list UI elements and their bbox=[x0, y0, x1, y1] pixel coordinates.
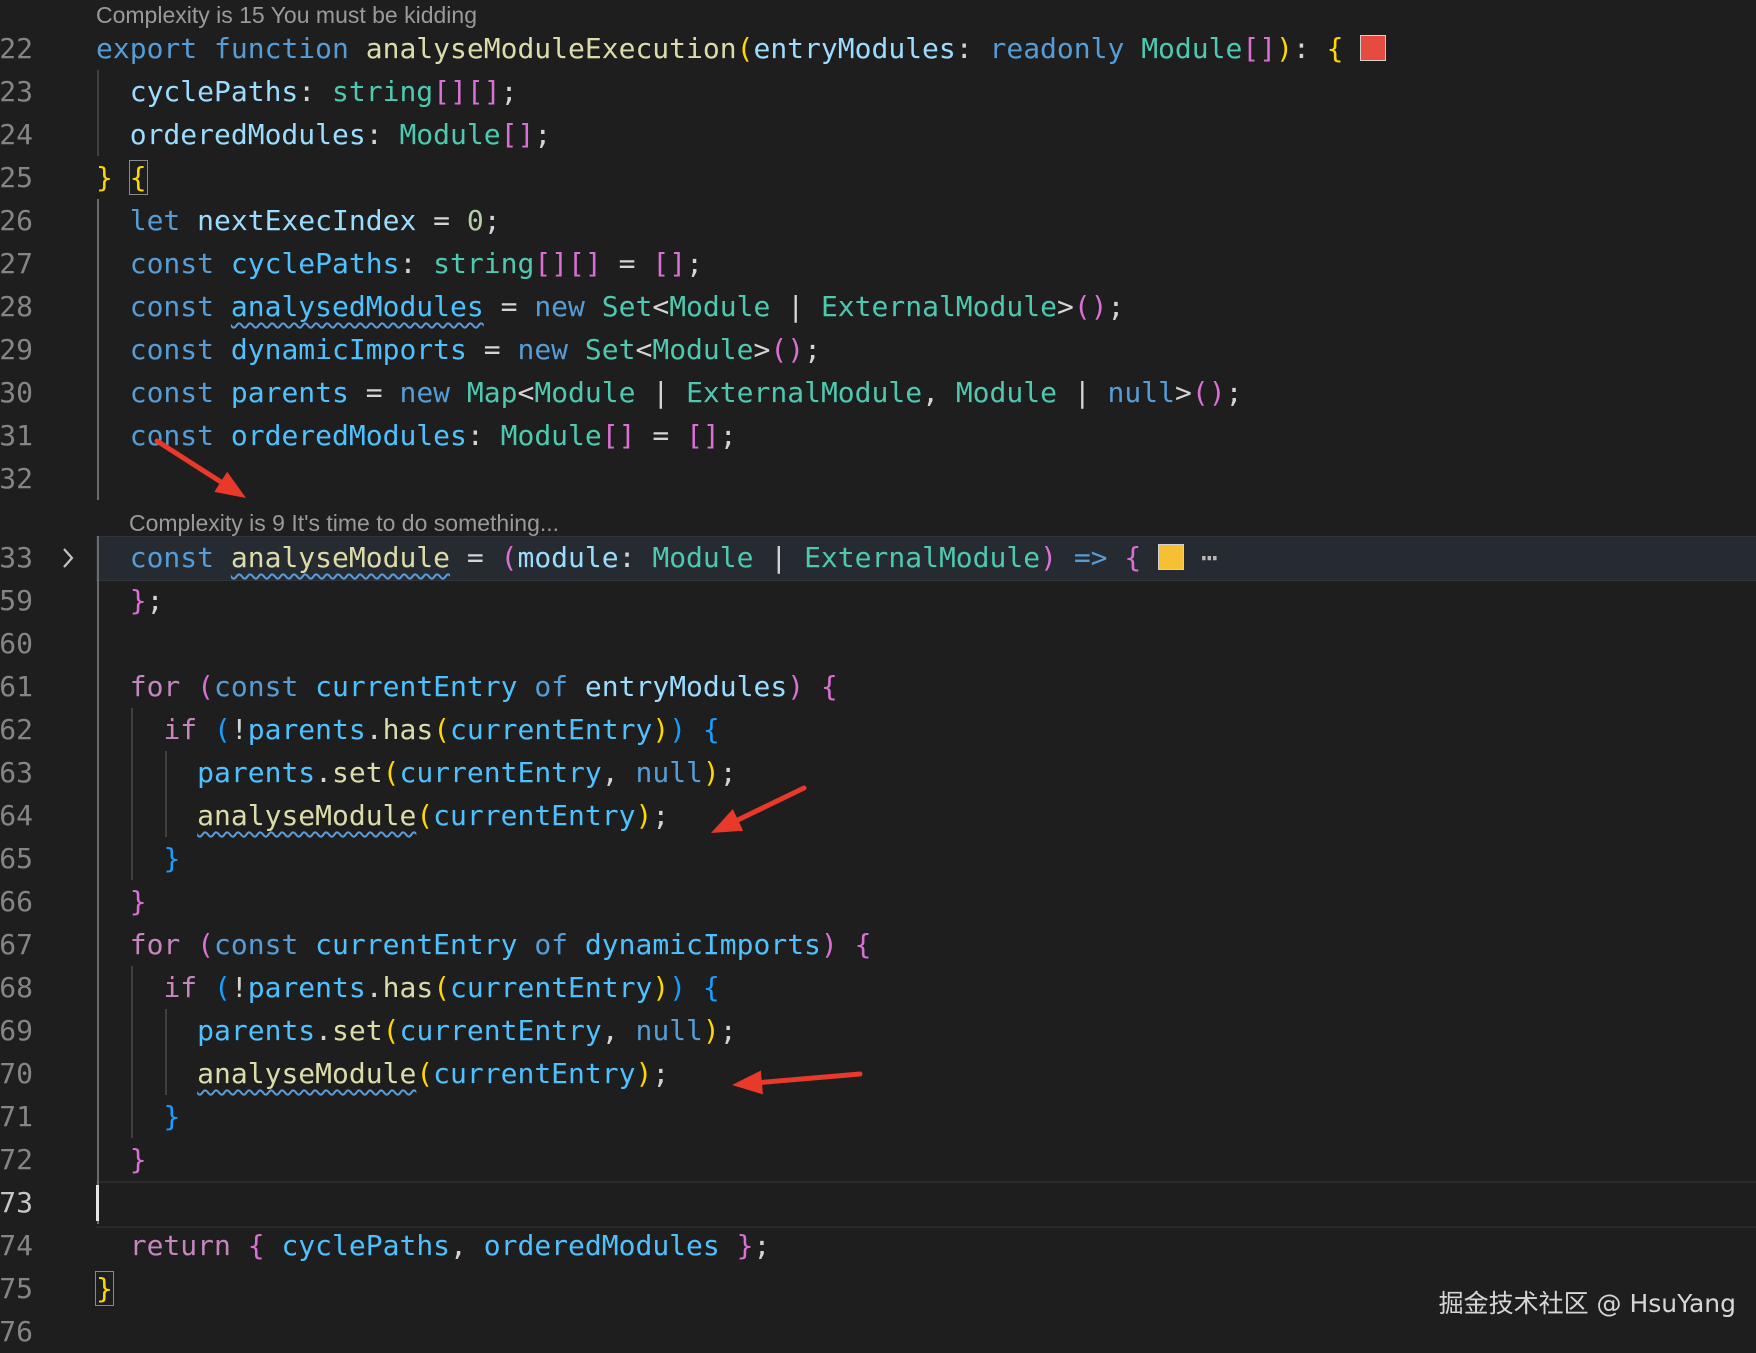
annotation-arrow-shaft bbox=[154, 438, 227, 487]
annotation-arrow-head-icon bbox=[732, 1070, 763, 1095]
annotation-arrow-head-icon bbox=[711, 809, 744, 833]
annotation-arrow-shaft bbox=[755, 1071, 863, 1086]
annotation-arrows bbox=[154, 438, 863, 1095]
annotation-arrow-head-icon bbox=[214, 471, 246, 498]
watermark: 掘金技术社区 @ HsuYang bbox=[1438, 1289, 1736, 1318]
annotation-arrow-shaft bbox=[731, 785, 807, 825]
